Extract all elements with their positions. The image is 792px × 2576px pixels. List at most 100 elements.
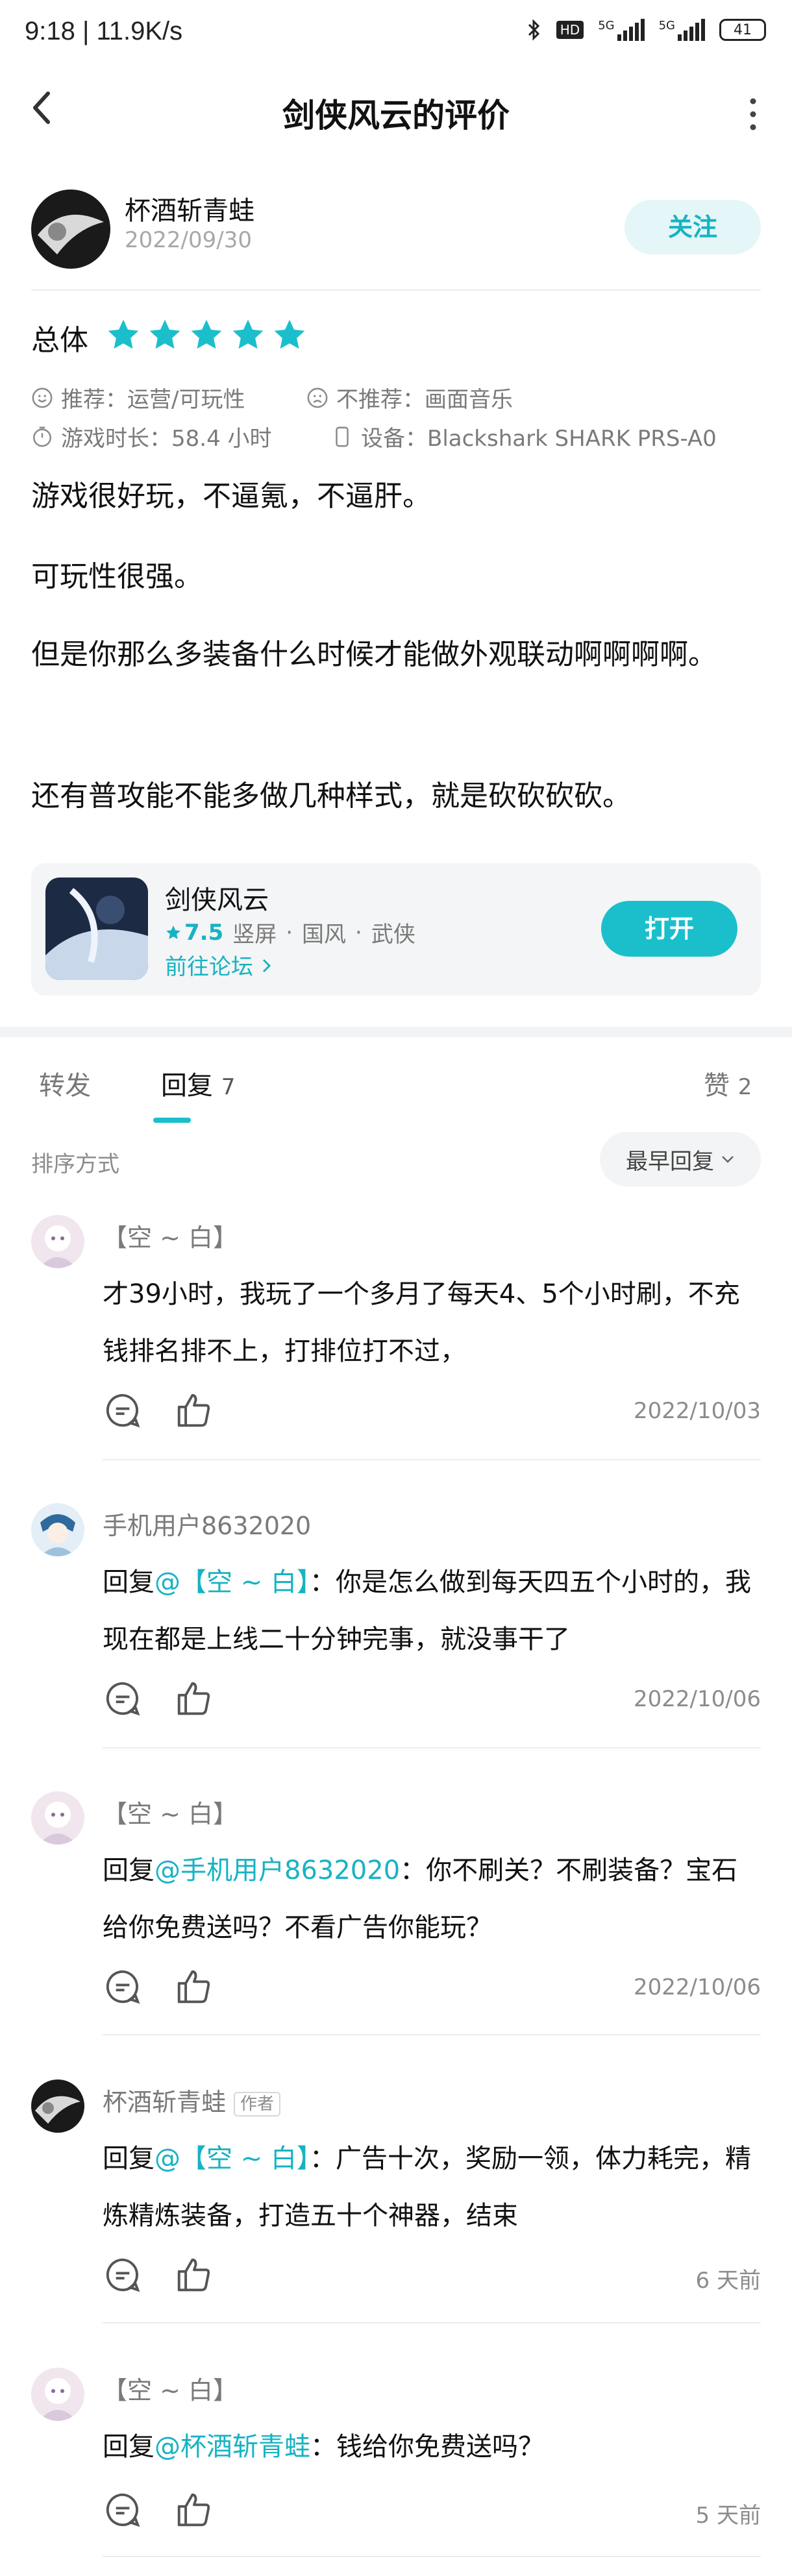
divider <box>31 289 761 291</box>
frown-icon <box>307 387 328 408</box>
battery-icon: 41 <box>719 19 766 41</box>
thumbs-up-icon[interactable] <box>174 1967 214 2007</box>
avatar[interactable] <box>31 2368 84 2421</box>
chevron-down-icon <box>722 1156 734 1163</box>
reply-author[interactable]: 【空 ~ 白】 <box>103 2370 238 2406</box>
phone-icon <box>336 426 349 447</box>
avatar[interactable] <box>31 1503 84 1556</box>
overall-rating-label: 总体 <box>31 324 88 357</box>
reply-actions <box>103 1678 214 1719</box>
divider <box>103 2034 761 2035</box>
mention-link[interactable]: @【空 ~ 白】 <box>155 1567 310 1597</box>
like-count: 2 <box>737 1074 752 1100</box>
reply-actions <box>103 2255 214 2295</box>
reply-author[interactable]: 杯酒斩青蛙 作者 <box>103 2082 281 2118</box>
timer-icon <box>32 426 52 447</box>
reply-author[interactable]: 【空 ~ 白】 <box>103 1218 238 1253</box>
tab-like[interactable]: 赞 2 <box>704 1064 752 1102</box>
comment-icon[interactable] <box>103 2255 143 2295</box>
thumbs-up-icon[interactable] <box>174 1678 214 1719</box>
play-time-text: 游戏时长：58.4 小时 <box>61 426 272 452</box>
reply-actions <box>103 1967 214 2007</box>
reply-date: 2022/10/06 <box>634 1974 761 2000</box>
thumbs-up-icon[interactable] <box>174 1390 214 1430</box>
status-icons: HD 5G 5G 41 <box>526 18 766 42</box>
device-info: 设备：Blackshark SHARK PRS-A0 <box>331 421 717 452</box>
tab-forward[interactable]: 转发 <box>39 1064 91 1102</box>
tag-separator: · <box>355 919 362 946</box>
reply-date: 2022/10/03 <box>634 1398 761 1424</box>
comment-icon[interactable] <box>103 1390 143 1430</box>
not-recommend-info: 不推荐：画面音乐 <box>306 382 513 413</box>
network-5g-1: 5G <box>598 19 645 41</box>
author-badge: 作者 <box>234 2091 281 2116</box>
active-tab-indicator <box>153 1118 191 1123</box>
author-avatar[interactable] <box>31 190 110 269</box>
mention-link[interactable]: @杯酒斩青蛙 <box>155 2432 310 2462</box>
bluetooth-icon <box>528 19 539 41</box>
chevron-right-icon <box>262 959 271 973</box>
game-tag: 竖屏 <box>232 922 277 948</box>
avatar[interactable] <box>31 1791 84 1845</box>
reply-text: 回复@【空 ~ 白】：广告十次，奖励一领，体力耗完，精炼精炼装备，打造五十个神器… <box>103 2144 751 2231</box>
reply-date: 6 天前 <box>695 2268 761 2294</box>
author-name[interactable]: 杯酒斩青蛙 <box>125 190 254 227</box>
divider <box>103 2322 761 2324</box>
recommend-text: 推荐：运营/可玩性 <box>61 387 245 413</box>
section-divider <box>0 1027 792 1037</box>
signal-icon <box>678 19 705 41</box>
tab-reply[interactable]: 回复 7 <box>161 1064 235 1102</box>
open-game-button[interactable]: 打开 <box>601 901 737 957</box>
reply-author[interactable]: 【空 ~ 白】 <box>103 1794 238 1830</box>
game-icon[interactable] <box>45 877 148 980</box>
device-text: 设备：Blackshark SHARK PRS-A0 <box>361 426 717 452</box>
reply-author[interactable]: 手机用户8632020 <box>103 1506 311 1541</box>
game-tag: 国风 <box>302 922 347 948</box>
play-time-info: 游戏时长：58.4 小时 <box>31 421 272 452</box>
reply-text: 回复@手机用户8632020：你不刷关？不刷装备？宝石给你免费送吗？不看广告你能… <box>103 1856 738 1943</box>
game-tag: 武侠 <box>371 922 415 948</box>
review-paragraph: 游戏很好玩，不逼氪，不逼肝。 <box>31 480 431 513</box>
game-card[interactable]: 剑侠风云 7.5 竖屏 · 国风 · 武侠 前往论坛 打开 <box>31 863 761 996</box>
mention-link[interactable]: @手机用户8632020 <box>155 1856 400 1885</box>
follow-button[interactable]: 关注 <box>625 200 761 254</box>
review-paragraph: 可玩性很强。 <box>31 560 203 593</box>
forum-link[interactable]: 前往论坛 <box>165 949 273 981</box>
recommend-info: 推荐：运营/可玩性 <box>31 382 245 413</box>
reply-text: 回复@【空 ~ 白】：你是怎么做到每天四五个小时的，我现在都是上线二十分钟完事，… <box>103 1567 751 1654</box>
not-recommend-text: 不推荐：画面音乐 <box>336 387 513 413</box>
review-paragraph: 但是你那么多装备什么时候才能做外观联动啊啊啊啊。 <box>31 638 717 671</box>
reply-text: 回复@杯酒斩青蛙：钱给你免费送吗？ <box>103 2432 544 2462</box>
star-icon <box>274 319 305 349</box>
star-icon <box>166 925 180 939</box>
game-info: 7.5 竖屏 · 国风 · 武侠 <box>165 916 415 948</box>
reply-actions <box>103 1390 214 1430</box>
thumbs-up-icon[interactable] <box>174 2255 214 2295</box>
star-icon <box>108 319 139 349</box>
comment-icon[interactable] <box>103 1967 143 2007</box>
status-bar: 9:18 | 11.9K/s HD 5G 5G 41 <box>0 0 792 65</box>
hd-badge: HD <box>556 21 584 39</box>
nav-bar: 剑侠风云的评价 <box>0 65 792 156</box>
page-title: 剑侠风云的评价 <box>282 97 510 134</box>
avatar[interactable] <box>31 2079 84 2133</box>
game-name: 剑侠风云 <box>165 885 269 915</box>
divider <box>103 1459 761 1460</box>
sort-dropdown[interactable]: 最早回复 <box>600 1132 761 1186</box>
star-icon <box>232 319 264 349</box>
review-paragraph: 还有普攻能不能多做几种样式，就是砍砍砍砍。 <box>31 779 631 813</box>
avatar[interactable] <box>31 1215 84 1268</box>
thumbs-up-icon[interactable] <box>174 2490 214 2530</box>
more-options-icon[interactable] <box>747 95 760 134</box>
star-rating <box>105 317 308 353</box>
reply-date: 2022/10/06 <box>634 1686 761 1712</box>
comment-icon[interactable] <box>103 2490 143 2530</box>
signal-icon <box>617 19 645 41</box>
comment-icon[interactable] <box>103 1678 143 1719</box>
mention-link[interactable]: @【空 ~ 白】 <box>155 2144 310 2174</box>
divider <box>103 1747 761 1748</box>
reply-text: 才39小时，我玩了一个多月了每天4、5个小时刷，不充钱排名排不上，打排位打不过， <box>103 1279 740 1366</box>
divider <box>103 2556 761 2557</box>
reply-actions <box>103 2490 214 2530</box>
sort-label: 排序方式 <box>31 1151 119 1177</box>
